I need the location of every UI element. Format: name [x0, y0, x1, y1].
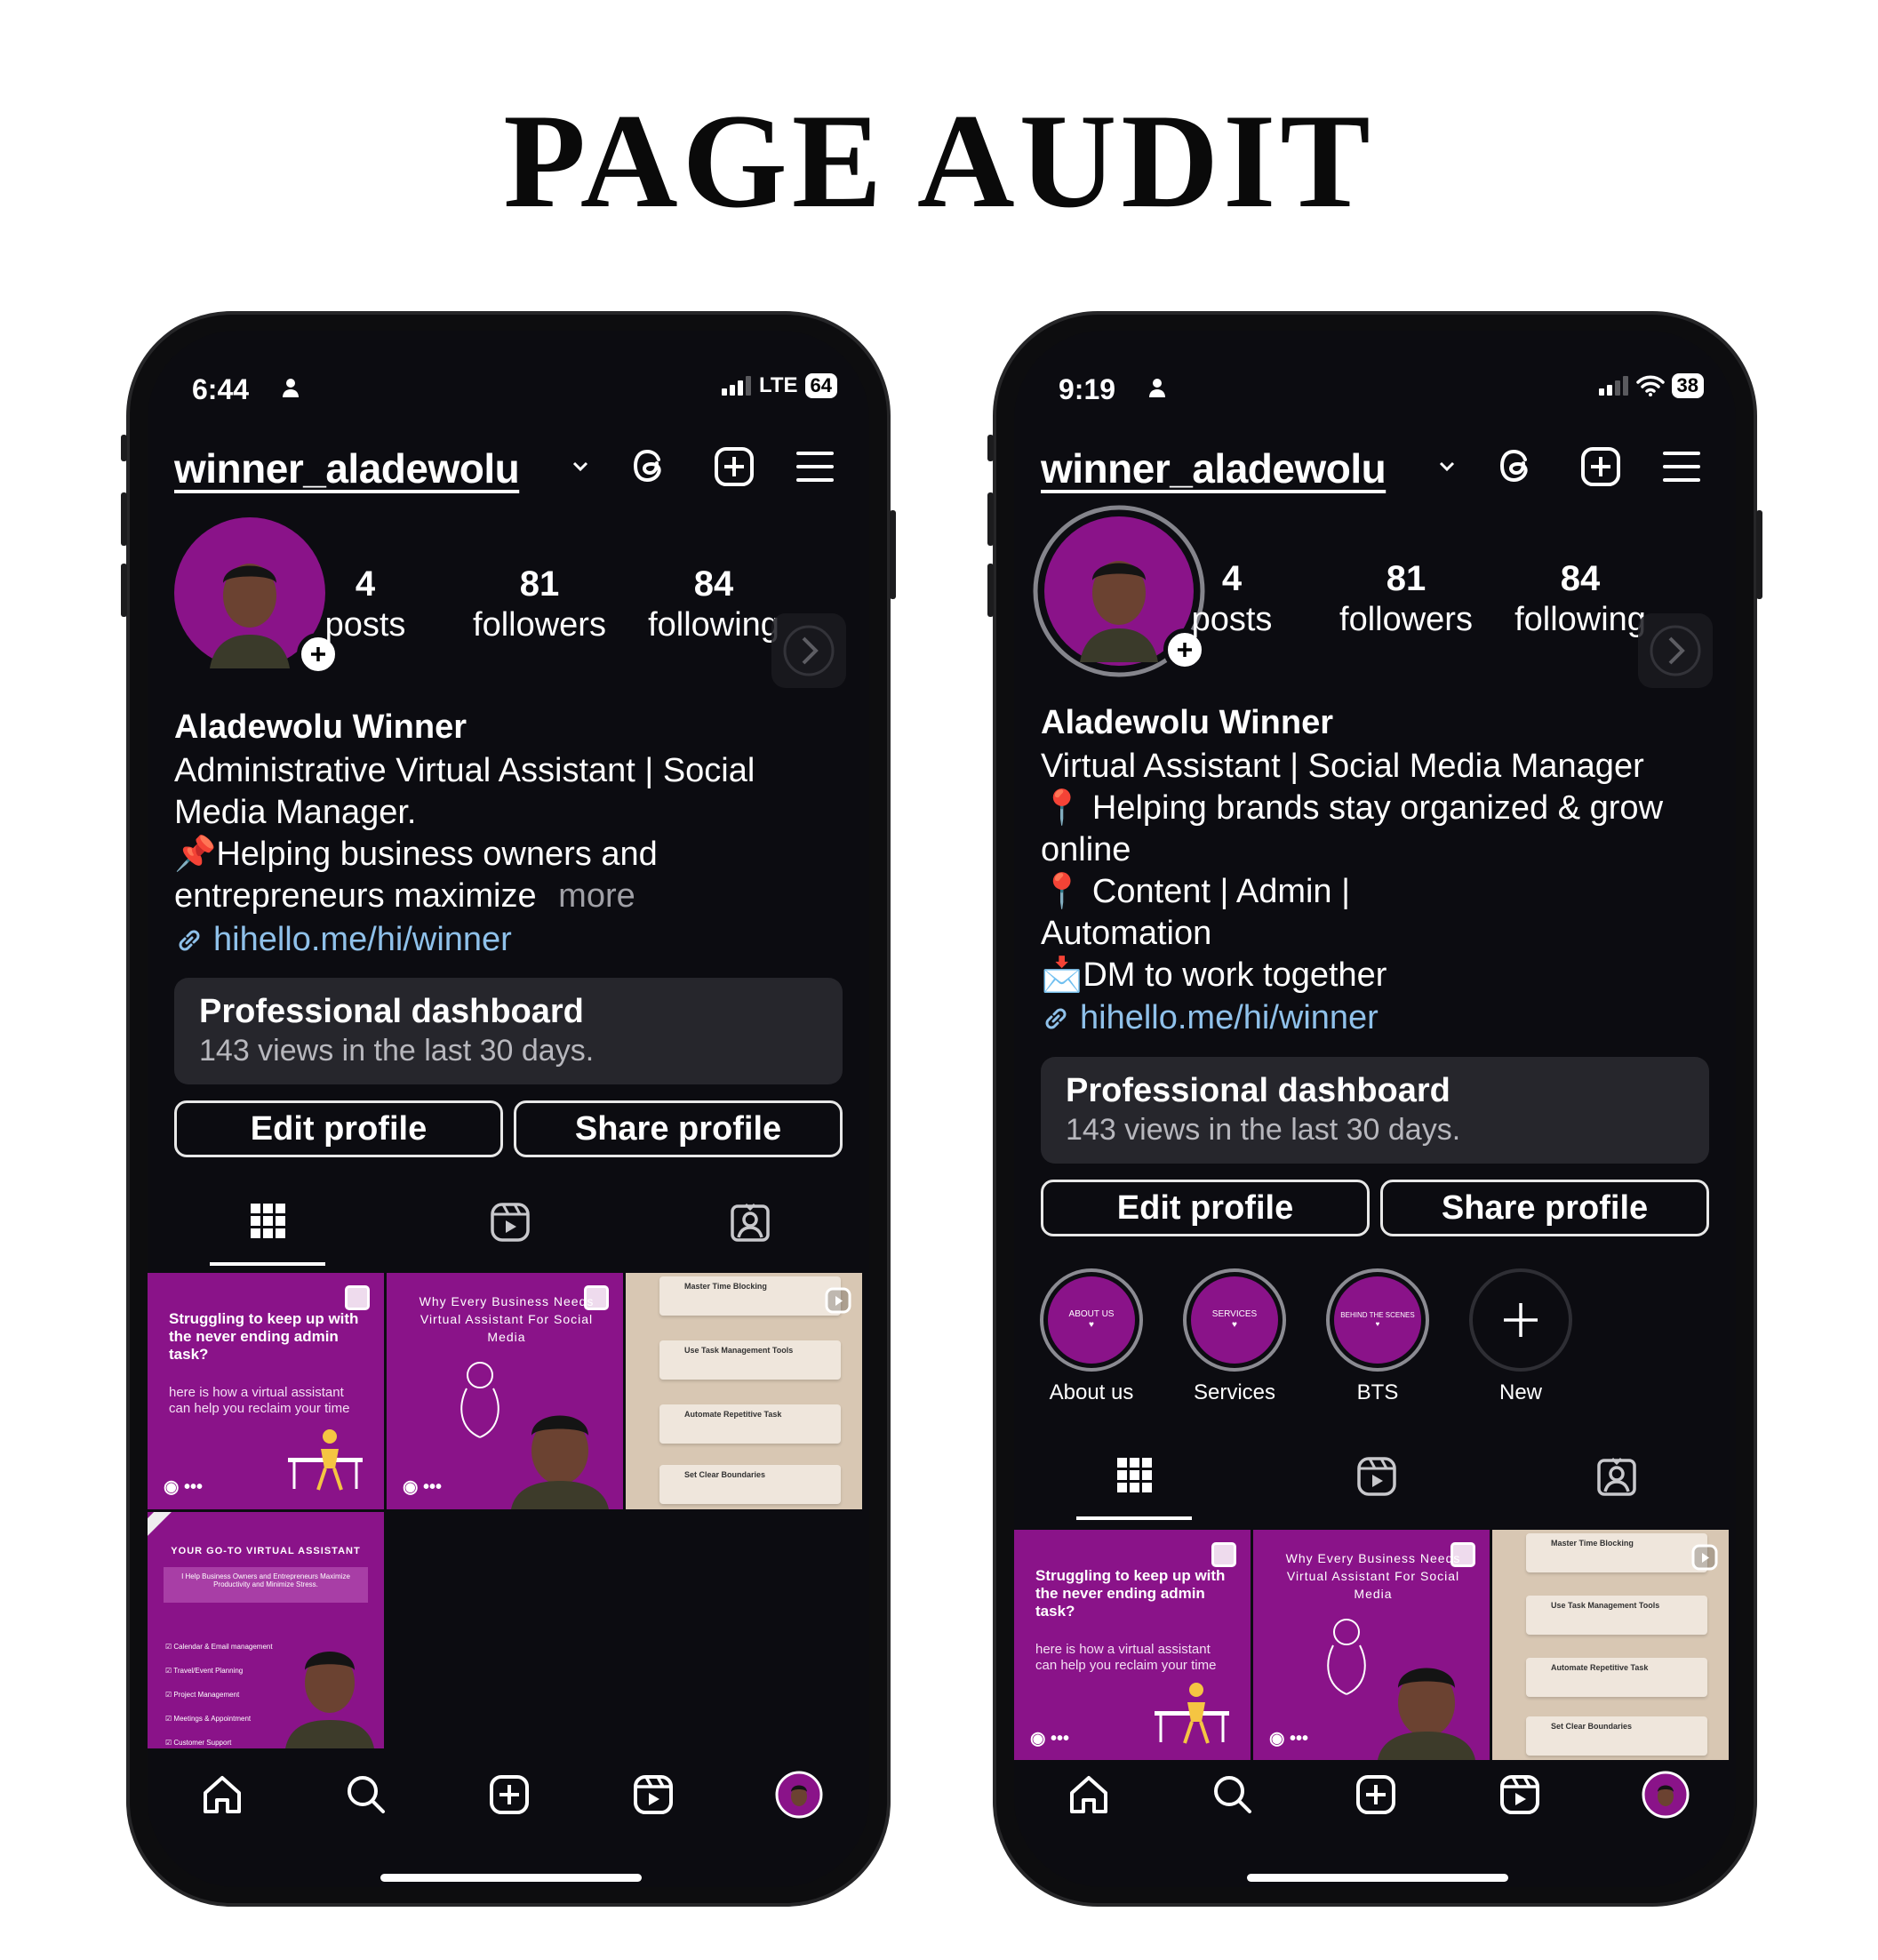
tagged-icon[interactable] — [730, 1202, 771, 1247]
suggestions-arrow-button[interactable] — [1638, 613, 1713, 688]
reels-nav-icon[interactable] — [1498, 1773, 1541, 1816]
profile-nav-avatar[interactable] — [775, 1771, 823, 1819]
home-icon[interactable] — [201, 1773, 244, 1816]
edit-profile-button[interactable]: Edit profile — [1041, 1180, 1370, 1236]
signal-icon — [1598, 376, 1628, 396]
search-icon[interactable] — [345, 1773, 388, 1816]
tagged-icon[interactable] — [1596, 1456, 1637, 1501]
tab-grid-indicator — [1076, 1516, 1192, 1520]
tab-grid-indicator — [210, 1262, 325, 1266]
create-icon[interactable] — [1355, 1773, 1397, 1816]
link-icon — [179, 930, 200, 950]
status-right: LTE 64 — [721, 373, 837, 398]
chevron-right-icon — [1650, 625, 1701, 676]
post-tile-1[interactable]: Struggling to keep up with the never end… — [148, 1273, 384, 1509]
page-title: PAGE AUDIT — [503, 86, 1375, 236]
profile-link[interactable]: hihello.me/hi/winner — [174, 921, 512, 959]
profile-link[interactable]: hihello.me/hi/winner — [1041, 999, 1379, 1037]
highlight-about-us[interactable]: ABOUT US ♥ About us — [1034, 1268, 1149, 1405]
post-tile-2[interactable]: Why Every Business Needs Virtual Assista… — [1253, 1530, 1490, 1760]
edit-profile-button[interactable]: Edit profile — [174, 1100, 503, 1157]
status-time: 9:19 — [1059, 373, 1116, 405]
highlight-bts[interactable]: BEHIND THE SCENES ♥ BTS — [1320, 1268, 1435, 1405]
professional-dashboard[interactable]: Professional dashboard 143 views in the … — [1041, 1057, 1709, 1164]
reel-badge-icon — [1691, 1544, 1718, 1571]
link-icon — [1045, 1008, 1067, 1028]
grid-icon[interactable] — [249, 1202, 288, 1245]
chevron-down-icon[interactable] — [1437, 457, 1457, 481]
bottom-nav — [1067, 1771, 1690, 1819]
profile-bio: Administrative Virtual Assistant | Socia… — [174, 752, 755, 915]
create-icon[interactable] — [488, 1773, 531, 1816]
signal-icon — [721, 376, 751, 396]
instagram-profile-screen: 9:19 38 winner_aladewolu 4 posts 81 foll… — [1014, 331, 1736, 1887]
suggestions-arrow-button[interactable] — [771, 613, 846, 688]
share-profile-button[interactable]: Share profile — [1380, 1180, 1709, 1236]
battery-indicator: 38 — [1671, 373, 1704, 398]
threads-icon[interactable] — [629, 444, 670, 492]
reels-nav-icon[interactable] — [632, 1773, 675, 1816]
phone-right: 9:19 38 winner_aladewolu 4 posts 81 foll… — [987, 311, 1762, 1907]
wifi-icon — [1635, 375, 1665, 396]
person-icon — [281, 377, 300, 403]
plus-square-icon[interactable] — [714, 446, 755, 492]
stat-followers[interactable]: 81 followers — [464, 564, 615, 645]
reel-badge-icon — [825, 1287, 851, 1314]
profile-bio: Virtual Assistant | Social Media Manager… — [1041, 748, 1664, 994]
bottom-nav — [201, 1771, 823, 1819]
home-icon[interactable] — [1067, 1773, 1110, 1816]
username[interactable]: winner_aladewolu — [1041, 444, 1387, 492]
highlight-new[interactable]: New — [1463, 1268, 1578, 1405]
post-tile-3[interactable]: Master Time Blocking Use Task Management… — [626, 1273, 862, 1509]
chevron-down-icon[interactable] — [571, 457, 590, 481]
reels-icon[interactable] — [1356, 1456, 1397, 1501]
status-right: 38 — [1598, 373, 1704, 398]
username[interactable]: winner_aladewolu — [174, 444, 520, 492]
menu-icon[interactable] — [796, 450, 834, 488]
profile-nav-avatar[interactable] — [1642, 1771, 1690, 1819]
bio-more-link[interactable]: more — [558, 877, 635, 915]
stat-posts[interactable]: 4 posts — [1156, 558, 1307, 640]
phone-left: 6:44 LTE 64 winner_aladewolu 4 posts 81 … — [121, 311, 896, 1907]
grid-icon[interactable] — [1115, 1456, 1155, 1500]
person-icon — [1147, 377, 1167, 403]
chevron-right-icon — [783, 625, 835, 676]
professional-dashboard[interactable]: Professional dashboard 143 views in the … — [174, 978, 843, 1084]
network-label: LTE — [758, 373, 798, 397]
stat-following[interactable]: 84 following — [1505, 558, 1656, 640]
profile-name: Aladewolu Winner — [1041, 704, 1334, 741]
home-indicator[interactable] — [1247, 1874, 1508, 1882]
post-tile-3[interactable]: Master Time Blocking Use Task Management… — [1492, 1530, 1729, 1760]
post-tile-4[interactable]: YOUR GO-TO VIRTUAL ASSISTANT I Help Busi… — [148, 1512, 384, 1748]
home-indicator[interactable] — [380, 1874, 642, 1882]
highlight-services[interactable]: SERVICES ♥ Services — [1177, 1268, 1292, 1405]
search-icon[interactable] — [1211, 1773, 1254, 1816]
plus-icon — [1504, 1303, 1538, 1337]
menu-icon[interactable] — [1663, 450, 1700, 488]
reels-icon[interactable] — [490, 1202, 531, 1247]
instagram-profile-screen: 6:44 LTE 64 winner_aladewolu 4 posts 81 … — [148, 331, 869, 1887]
post-tile-2[interactable]: Why Every Business Needs Virtual Assista… — [387, 1273, 623, 1509]
status-time: 6:44 — [192, 373, 250, 405]
share-profile-button[interactable]: Share profile — [514, 1100, 843, 1157]
battery-indicator: 64 — [804, 373, 837, 398]
profile-name: Aladewolu Winner — [174, 708, 468, 746]
threads-icon[interactable] — [1496, 444, 1537, 492]
stat-following[interactable]: 84 following — [638, 564, 789, 645]
post-tile-1[interactable]: Struggling to keep up with the never end… — [1014, 1530, 1251, 1760]
stat-posts[interactable]: 4 posts — [290, 564, 441, 645]
carousel-icon — [345, 1285, 370, 1310]
plus-square-icon[interactable] — [1580, 446, 1621, 492]
stat-followers[interactable]: 81 followers — [1331, 558, 1482, 640]
carousel-icon — [1211, 1542, 1236, 1567]
